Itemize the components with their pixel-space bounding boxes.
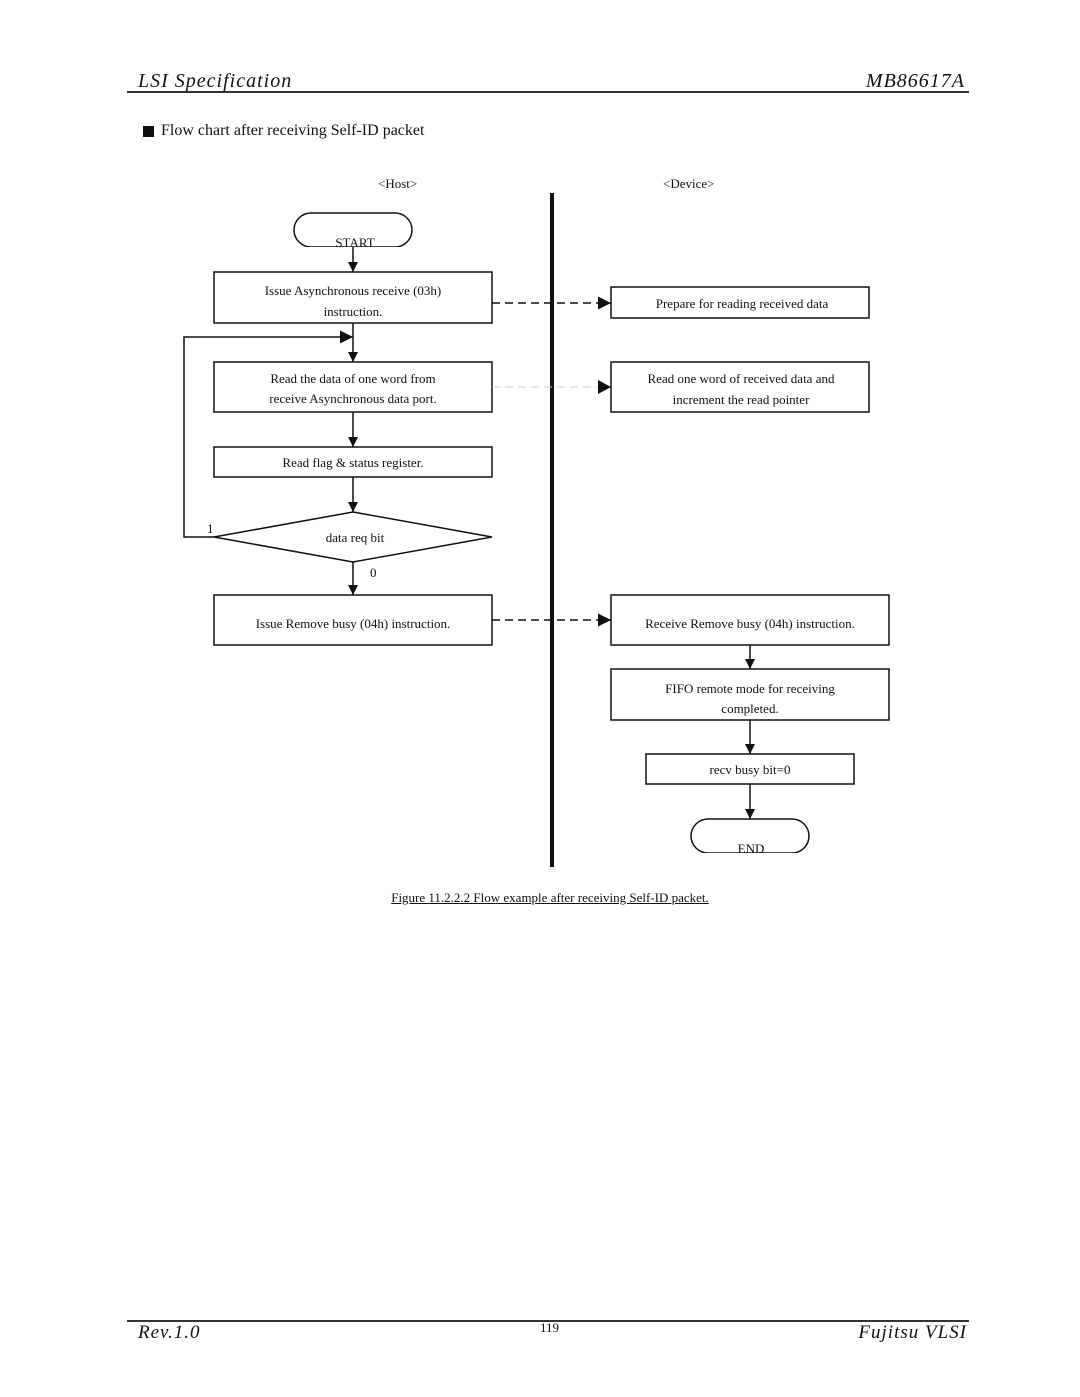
host-step2-line2: receive Asynchronous data port. — [269, 391, 437, 406]
device-step-recv-busy-bit: recv busy bit=0 — [645, 753, 855, 785]
device-step4-line1: FIFO remote mode for receiving — [665, 681, 835, 696]
device-step-receive-remove-busy: Receive Remove busy (04h) instruction. — [610, 594, 890, 646]
page-number: 119 — [540, 1320, 560, 1335]
device-step-prepare-reading: Prepare for reading received data — [610, 286, 870, 319]
device-step2-line2: increment the read pointer — [673, 392, 810, 407]
device-step1-label: Prepare for reading received data — [656, 296, 829, 311]
host-step-read-data-word: Read the data of one word from receive A… — [213, 361, 493, 413]
host-step-issue-remove-busy: Issue Remove busy (04h) instruction. — [213, 594, 493, 646]
device-step-fifo-remote-completed: FIFO remote mode for receiving completed… — [610, 668, 890, 721]
footer-revision: Rev.1.0 — [138, 1322, 201, 1343]
device-step4-line2: completed. — [721, 701, 778, 716]
decision-branch-0: 0 — [370, 565, 377, 580]
device-step5-label: recv busy bit=0 — [710, 762, 791, 777]
host-step3-label: Read flag & status register. — [282, 455, 423, 470]
end-terminator: END — [690, 818, 810, 856]
start-terminator: START — [293, 212, 413, 250]
decision-label: data req bit — [326, 530, 385, 545]
device-step2-line1: Read one word of received data and — [648, 371, 835, 386]
decision-branch-1: 1 — [207, 521, 214, 536]
device-step3-label: Receive Remove busy (04h) instruction. — [645, 616, 855, 631]
host-step-issue-async-receive: Issue Asynchronous receive (03h) instruc… — [213, 271, 493, 324]
device-step-read-word-increment: Read one word of received data and incre… — [610, 361, 870, 413]
host-step4-label: Issue Remove busy (04h) instruction. — [256, 616, 451, 631]
decision-data-req-bit: data req bit — [213, 511, 493, 563]
host-step2-line1: Read the data of one word from — [270, 371, 435, 386]
footer-company: Fujitsu VLSI — [858, 1322, 967, 1343]
host-step-read-flag-status: Read flag & status register. — [213, 446, 493, 478]
host-step1-line1: Issue Asynchronous receive (03h) — [265, 283, 442, 298]
flowchart: START Issue Asynchronous receive (03h) i… — [183, 193, 890, 867]
host-step1-line2: instruction. — [324, 304, 383, 319]
figure-caption: Figure 11.2.2.2 Flow example after recei… — [391, 890, 709, 905]
